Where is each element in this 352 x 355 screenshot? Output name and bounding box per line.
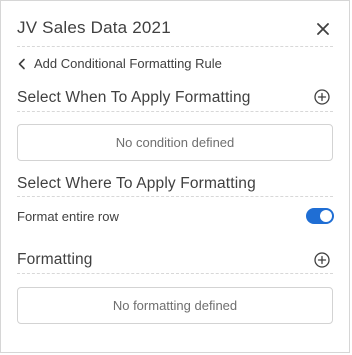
toggle-knob [320,210,332,222]
close-icon[interactable] [317,23,329,35]
back-link[interactable]: Add Conditional Formatting Rule [17,56,222,71]
divider [17,196,333,197]
when-section-title: Select When To Apply Formatting [17,89,251,106]
divider [17,46,333,47]
formatting-section-title: Formatting [17,251,93,268]
conditional-formatting-panel: JV Sales Data 2021 Add Conditional Forma… [0,0,350,353]
format-entire-row-label: Format entire row [17,209,119,224]
add-formatting-button[interactable] [314,252,330,268]
format-entire-row-toggle[interactable] [306,208,334,224]
condition-empty-text: No condition defined [115,135,235,150]
back-link-label: Add Conditional Formatting Rule [34,56,222,71]
panel-title: JV Sales Data 2021 [17,18,171,37]
formatting-empty-box: No formatting defined [17,287,333,324]
condition-empty-box: No condition defined [17,124,333,161]
formatting-empty-text: No formatting defined [112,298,238,313]
add-condition-button[interactable] [314,89,330,105]
plus-circle-icon [314,252,330,268]
where-section-title: Select Where To Apply Formatting [17,175,256,192]
divider [17,111,333,112]
divider [17,273,333,274]
plus-circle-icon [314,89,330,105]
chevron-left-icon [17,58,27,70]
